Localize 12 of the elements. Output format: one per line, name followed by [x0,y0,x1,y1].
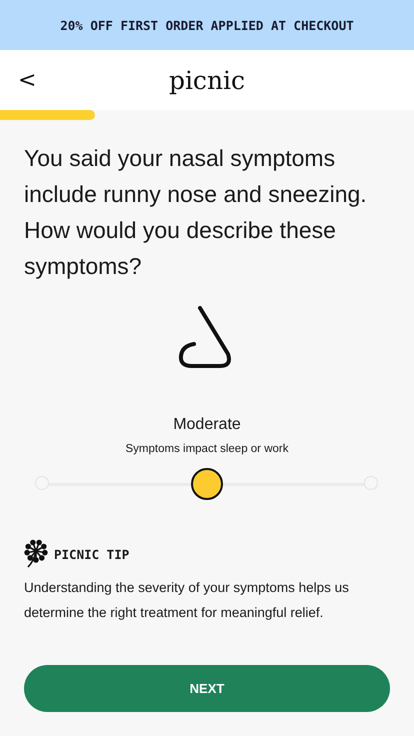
tip-title: PICNIC TIP [54,546,130,562]
tip-text: Understanding the severity of your symptoms helps us determine the right treatment for meaningful relief. [24,579,350,622]
next-button[interactable]: NEXT [24,665,390,712]
severity-label: Moderate [172,416,242,434]
flower-icon [24,539,48,569]
nose-icon [178,306,234,369]
slider-thumb[interactable] [190,468,222,500]
logo: picnic [168,66,246,94]
severity-description: Symptoms impact sleep or work [124,443,290,455]
promo-text: 20% OFF FIRST ORDER APPLIED AT CHECKOUT [60,18,354,32]
question-text: You said your nasal symptoms include runny nose and sneezing. How would you describe these symptoms? [24,144,368,281]
back-button[interactable]: < [12,68,42,92]
